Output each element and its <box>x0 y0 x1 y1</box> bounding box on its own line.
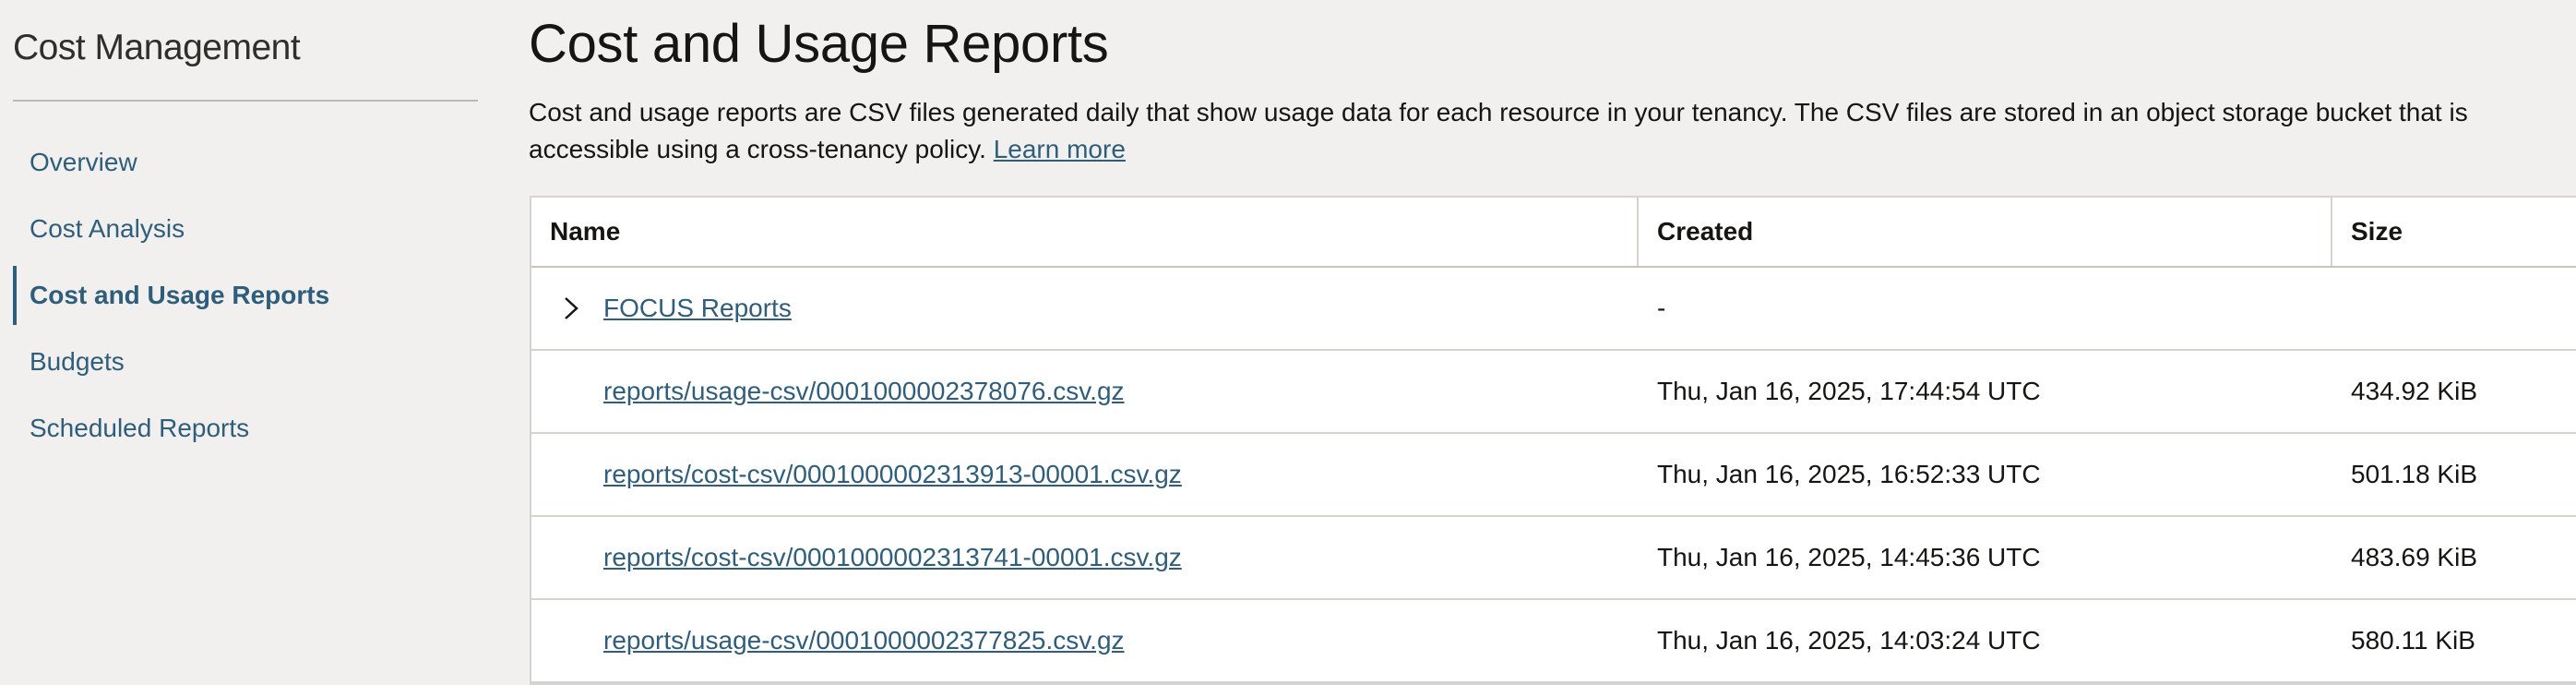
learn-more-link[interactable]: Learn more <box>994 135 1126 163</box>
sidebar: Cost Management Overview Cost Analysis C… <box>0 0 489 685</box>
sidebar-divider <box>13 100 478 102</box>
page-description: Cost and usage reports are CSV files gen… <box>529 94 2503 168</box>
page-title: Cost and Usage Reports <box>529 14 1109 74</box>
row-name-cell: reports/cost-csv/0001000002313913-00001.… <box>531 460 1639 489</box>
row-name-cell: FOCUS Reports <box>531 294 1639 323</box>
row-size-cell: 483.69 KiB <box>2351 543 2477 571</box>
row-size-cell: 501.18 KiB <box>2351 460 2477 488</box>
sidebar-title: Cost Management <box>13 28 301 67</box>
sidebar-nav: Overview Cost Analysis Cost and Usage Re… <box>0 129 489 462</box>
folder-link[interactable]: FOCUS Reports <box>603 294 792 322</box>
sidebar-item-cost-and-usage-reports[interactable]: Cost and Usage Reports <box>0 262 489 329</box>
row-size-cell: 434.92 KiB <box>2351 377 2477 405</box>
file-link[interactable]: reports/cost-csv/0001000002313913-00001.… <box>603 460 1182 488</box>
row-size-cell: 580.11 KiB <box>2351 626 2475 655</box>
column-header-created[interactable]: Created <box>1639 198 2332 266</box>
description-text: Cost and usage reports are CSV files gen… <box>529 98 2468 163</box>
file-link[interactable]: reports/usage-csv/0001000002377825.csv.g… <box>603 626 1125 655</box>
table-row: reports/usage-csv/0001000002377825.csv.g… <box>531 600 2576 683</box>
row-created-cell: Thu, Jan 16, 2025, 16:52:33 UTC <box>1657 460 2041 488</box>
table-row: reports/cost-csv/0001000002313913-00001.… <box>531 434 2576 517</box>
chevron-right-icon[interactable] <box>561 295 581 321</box>
column-header-name[interactable]: Name <box>531 198 1639 266</box>
sidebar-item-scheduled-reports[interactable]: Scheduled Reports <box>0 395 489 462</box>
row-created-cell: Thu, Jan 16, 2025, 14:03:24 UTC <box>1657 626 2041 655</box>
reports-table: Name Created Size FOCUS Reports - report… <box>530 196 2576 685</box>
row-name-cell: reports/usage-csv/0001000002377825.csv.g… <box>531 626 1639 655</box>
sidebar-item-cost-analysis[interactable]: Cost Analysis <box>0 196 489 262</box>
sidebar-item-overview[interactable]: Overview <box>0 129 489 196</box>
row-created-cell: - <box>1657 294 1666 322</box>
row-created-cell: Thu, Jan 16, 2025, 17:44:54 UTC <box>1657 377 2041 405</box>
file-link[interactable]: reports/usage-csv/0001000002378076.csv.g… <box>603 377 1125 405</box>
table-row: reports/usage-csv/0001000002378076.csv.g… <box>531 351 2576 434</box>
file-link[interactable]: reports/cost-csv/0001000002313741-00001.… <box>603 543 1182 571</box>
table-row-focus-reports: FOCUS Reports - <box>531 268 2576 351</box>
main-content: Cost and Usage Reports Cost and usage re… <box>529 0 2576 685</box>
column-header-size[interactable]: Size <box>2332 198 2576 266</box>
table-row: reports/cost-csv/0001000002313741-00001.… <box>531 517 2576 600</box>
sidebar-item-budgets[interactable]: Budgets <box>0 329 489 395</box>
row-created-cell: Thu, Jan 16, 2025, 14:45:36 UTC <box>1657 543 2041 571</box>
row-name-cell: reports/usage-csv/0001000002378076.csv.g… <box>531 377 1639 406</box>
row-name-cell: reports/cost-csv/0001000002313741-00001.… <box>531 543 1639 572</box>
table-header: Name Created Size <box>531 198 2576 268</box>
